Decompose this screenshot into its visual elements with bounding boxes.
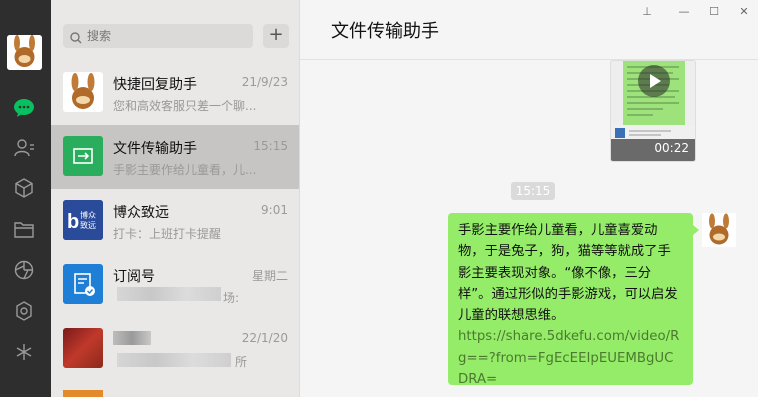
bozhong-logo: b 博众 致远 (63, 200, 103, 240)
chat-panel: 文件传输助手 ⊥ — ☐ ✕ 00:22 15:15 手影主要作给儿童看，儿童喜… (300, 0, 758, 397)
conversation-name: 快捷回复助手 (113, 77, 197, 93)
file-transfer-icon (63, 136, 103, 176)
svg-text:博众: 博众 (80, 210, 96, 220)
blurred-preview (117, 287, 221, 301)
moments-icon[interactable] (12, 258, 36, 282)
contacts-icon[interactable] (12, 136, 36, 160)
conversation-time: 9:01 (261, 203, 288, 217)
conversation-item[interactable]: 快捷回复助手 21/9/23 您和高效客服只差一个聊... (51, 61, 299, 125)
conversation-list-panel: 搜索 + 快捷回复助手 21/9/23 您和高效客服只差一个聊... 文件传输助… (51, 0, 300, 397)
message-link[interactable]: https://share.5dkefu.com/video/Rg==?from… (458, 329, 679, 387)
subscription-icon (63, 264, 103, 304)
conversation-name: 订阅号 (113, 269, 155, 285)
chat-icon[interactable] (12, 96, 36, 120)
conversation-preview: 您和高效客服只差一个聊... (113, 99, 257, 113)
look-icon[interactable] (12, 340, 36, 364)
conversation-avatar (63, 72, 103, 112)
search-icon (70, 29, 82, 48)
blurred-name (113, 331, 151, 345)
maximize-button[interactable]: ☐ (706, 5, 722, 18)
collections-icon[interactable] (12, 176, 36, 200)
conversation-preview: 所 (235, 355, 248, 369)
pin-icon[interactable]: ⊥ (639, 5, 655, 18)
conversation-preview: 手影主要作给儿童看，儿... (113, 163, 257, 177)
video-message[interactable]: 00:22 (610, 60, 696, 162)
conversation-item[interactable]: b 博众 致远 博众致远 9:01 打卡：上班打卡提醒 (51, 189, 299, 253)
chat-header: 文件传输助手 ⊥ — ☐ ✕ (300, 0, 758, 60)
message-bubble[interactable]: 手影主要作给儿童看，儿童喜爱动物，于是兔子，狗，猫等等就成了手影主要表现对象。“… (448, 213, 699, 387)
blurred-avatar (63, 328, 103, 368)
conversation-time: 星期二 (251, 269, 288, 283)
files-icon[interactable] (12, 217, 36, 241)
conversation-name: 博众致远 (113, 205, 169, 221)
sender-avatar[interactable] (702, 213, 736, 247)
mini-program-icon[interactable] (12, 299, 36, 323)
conversation-item[interactable]: 订阅号 星期二 场: (51, 253, 299, 317)
message-timestamp: 15:15 (511, 182, 555, 200)
left-nav-rail (0, 0, 51, 397)
search-input[interactable]: 搜索 (63, 24, 253, 48)
svg-text:致远: 致远 (80, 220, 96, 230)
search-placeholder: 搜索 (87, 29, 112, 43)
svg-text:b: b (67, 211, 79, 233)
conversation-name: 文件传输助手 (113, 141, 197, 157)
close-button[interactable]: ✕ (736, 5, 752, 18)
conversation-item[interactable]: 文件传输助手 15:15 手影主要作给儿童看，儿... (51, 125, 299, 189)
video-duration: 00:22 (654, 141, 689, 155)
add-button[interactable]: + (263, 24, 289, 48)
conversation-preview: 打卡：上班打卡提醒 (113, 227, 222, 241)
conversation-time: 21/9/23 (241, 75, 288, 89)
list-partial-item (63, 390, 103, 397)
message-text: 手影主要作给儿童看，儿童喜爱动物，于是兔子，狗，猫等等就成了手影主要表现对象。“… (458, 223, 678, 324)
minimize-button[interactable]: — (676, 5, 692, 18)
conversation-time: 22/1/20 (241, 331, 288, 345)
conversation-time: 15:15 (253, 139, 288, 153)
conversation-item[interactable]: 22/1/20 所 (51, 317, 299, 381)
user-avatar[interactable] (7, 35, 42, 70)
play-icon[interactable] (638, 65, 670, 97)
chat-title: 文件传输助手 (331, 21, 439, 42)
